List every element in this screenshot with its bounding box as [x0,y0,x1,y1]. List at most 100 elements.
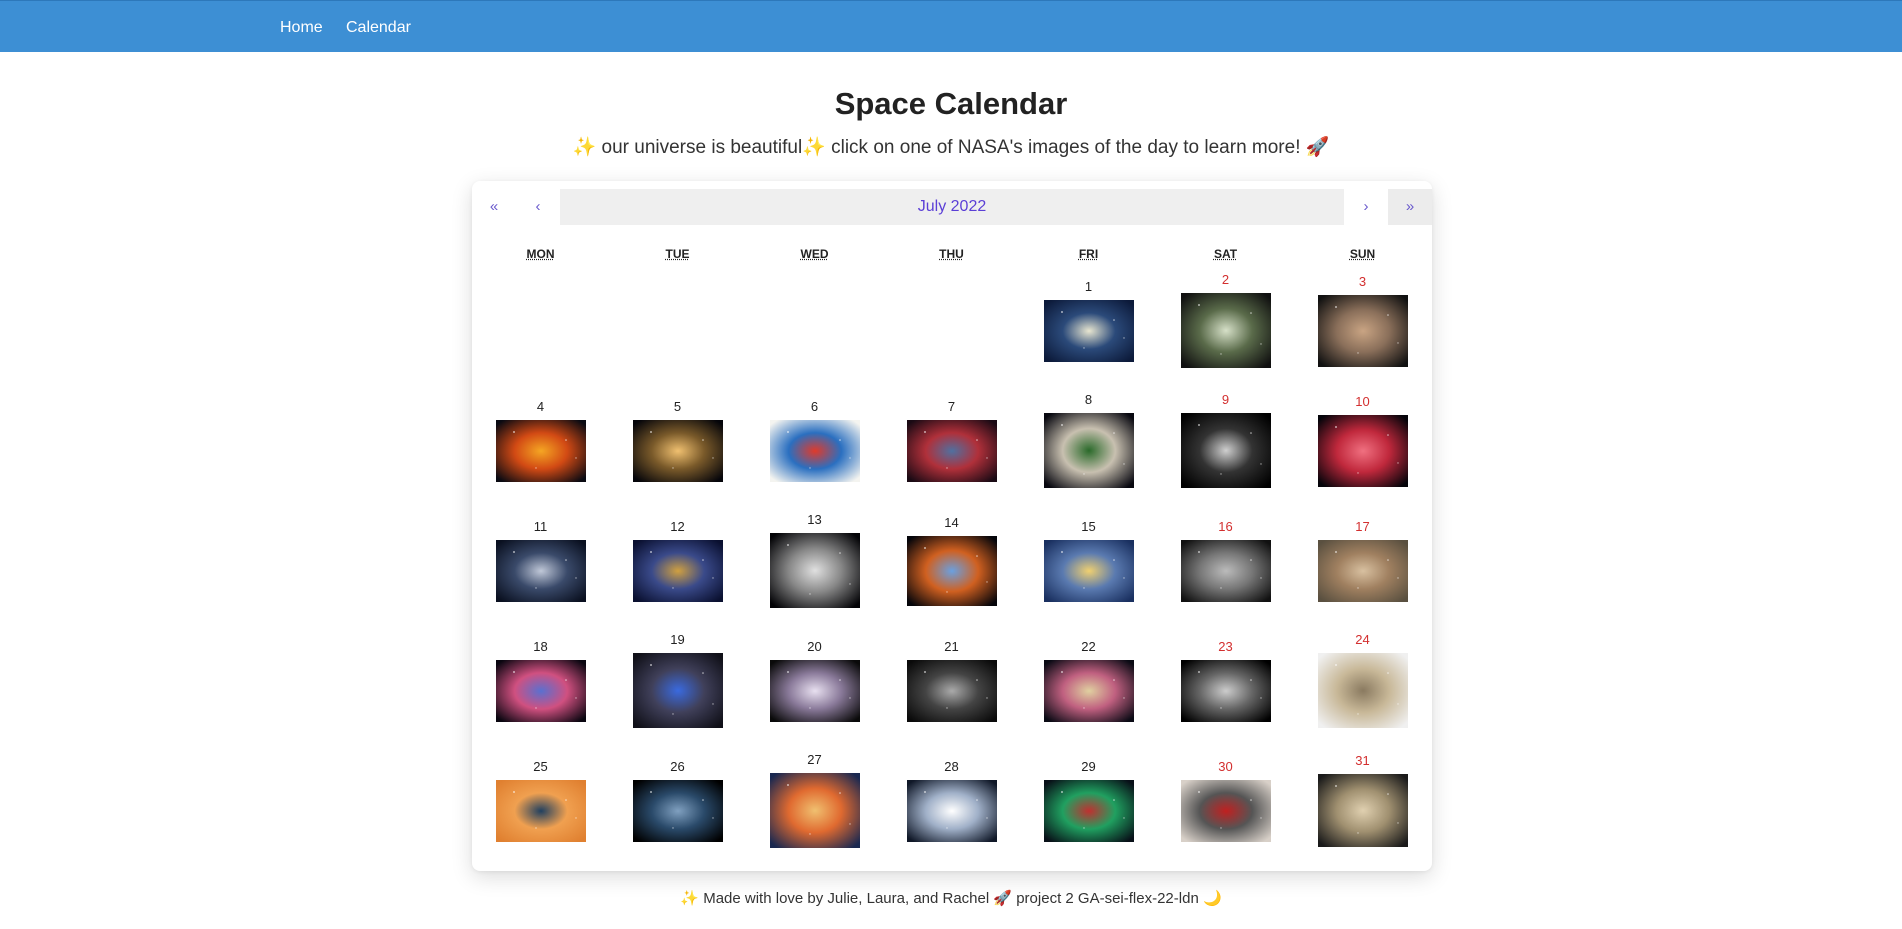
apod-thumbnail[interactable] [906,420,997,482]
calendar-day[interactable]: 11 [472,520,609,602]
apod-thumbnail[interactable] [1317,774,1408,847]
calendar-day[interactable]: 14 [883,516,1020,606]
apod-thumbnail[interactable] [769,773,860,848]
month-label[interactable]: July 2022 [560,189,1344,225]
day-number: 6 [810,399,819,414]
day-number: 26 [670,759,685,774]
prev-year-button[interactable]: « [472,189,516,225]
apod-thumbnail[interactable] [632,780,723,842]
calendar-card: « ‹ July 2022 › » MON TUE WED THU FRI SA… [472,181,1432,871]
apod-thumbnail[interactable] [1043,780,1134,842]
day-number: 24 [1355,632,1370,647]
calendar-day[interactable]: 16 [1157,520,1294,602]
calendar-day[interactable]: 9 [1157,393,1294,488]
day-number: 28 [944,759,959,774]
apod-thumbnail[interactable] [495,420,586,482]
apod-thumbnail[interactable] [1180,660,1271,722]
apod-thumbnail[interactable] [1043,413,1134,488]
calendar-day[interactable]: 2 [1157,273,1294,368]
calendar-day[interactable]: 13 [746,513,883,608]
calendar-day[interactable]: 5 [609,400,746,482]
page-title: Space Calendar [834,86,1068,121]
calendar-day[interactable]: 24 [1294,633,1431,728]
apod-thumbnail[interactable] [632,653,723,728]
weekday-fri: FRI [1078,247,1099,261]
apod-thumbnail[interactable] [632,420,723,482]
day-number: 13 [807,512,822,527]
calendar-day[interactable]: 17 [1294,520,1431,602]
weekday-header: MON TUE WED THU FRI SAT SUN [472,247,1432,265]
calendar-day[interactable]: 8 [1020,393,1157,488]
apod-thumbnail[interactable] [495,660,586,722]
apod-thumbnail[interactable] [769,420,860,482]
page-subtitle: ✨ our universe is beautiful✨ click on on… [572,137,1330,158]
day-number: 21 [944,639,959,654]
calendar-day[interactable]: 27 [746,753,883,848]
apod-thumbnail[interactable] [1317,653,1408,728]
next-month-button[interactable]: › [1344,189,1388,225]
day-number: 12 [670,519,685,534]
prev-month-button[interactable]: ‹ [516,189,560,225]
weekday-sat: SAT [1213,247,1238,261]
apod-thumbnail[interactable] [1043,540,1134,602]
day-number: 15 [1081,519,1096,534]
calendar-day[interactable]: 10 [1294,395,1431,487]
nav-home-link[interactable]: Home [280,19,323,37]
calendar-day[interactable]: 26 [609,760,746,842]
day-number: 2 [1221,272,1230,287]
calendar-day[interactable]: 3 [1294,275,1431,367]
calendar-day[interactable]: 6 [746,400,883,482]
calendar-day[interactable]: 23 [1157,640,1294,722]
apod-thumbnail[interactable] [1317,415,1408,487]
apod-thumbnail[interactable] [1317,540,1408,602]
apod-thumbnail[interactable] [769,533,860,608]
calendar-navigation: « ‹ July 2022 › » [472,189,1432,225]
calendar-day[interactable]: 7 [883,400,1020,482]
day-number: 3 [1358,274,1367,289]
weekday-sun: SUN [1349,247,1376,261]
day-number: 10 [1355,394,1370,409]
navbar: Home Calendar [0,0,1902,52]
calendar-day[interactable]: 19 [609,633,746,728]
weekday-wed: WED [800,247,829,261]
apod-thumbnail[interactable] [1180,540,1271,602]
apod-thumbnail[interactable] [769,660,860,722]
calendar-day[interactable]: 20 [746,640,883,722]
apod-thumbnail[interactable] [1180,293,1271,368]
weekday-mon: MON [526,247,555,261]
apod-thumbnail[interactable] [1180,780,1271,842]
apod-thumbnail[interactable] [906,536,997,606]
apod-thumbnail[interactable] [1043,300,1134,362]
next-year-button[interactable]: » [1388,189,1432,225]
calendar-day[interactable]: 25 [472,760,609,842]
calendar-day[interactable]: 12 [609,520,746,602]
day-number: 16 [1218,519,1233,534]
apod-thumbnail[interactable] [495,540,586,602]
day-number: 11 [533,519,548,534]
day-number: 30 [1218,759,1233,774]
day-number: 19 [670,632,685,647]
day-number: 8 [1084,392,1093,407]
calendar-day[interactable]: 22 [1020,640,1157,722]
apod-thumbnail[interactable] [906,660,997,722]
nav-calendar-link[interactable]: Calendar [346,19,411,37]
calendar-day[interactable]: 31 [1294,754,1431,847]
apod-thumbnail[interactable] [495,780,586,842]
day-number: 20 [807,639,822,654]
weekday-thu: THU [939,247,964,261]
apod-thumbnail[interactable] [1043,660,1134,722]
calendar-day[interactable]: 15 [1020,520,1157,602]
calendar-day[interactable]: 30 [1157,760,1294,842]
apod-thumbnail[interactable] [906,780,997,842]
calendar-day[interactable]: 18 [472,640,609,722]
calendar-day[interactable]: 1 [1020,280,1157,362]
apod-thumbnail[interactable] [632,540,723,602]
calendar-day[interactable]: 4 [472,400,609,482]
calendar-day[interactable]: 21 [883,640,1020,722]
calendar-day[interactable]: 28 [883,760,1020,842]
day-number: 17 [1355,519,1370,534]
apod-thumbnail[interactable] [1317,295,1408,367]
apod-thumbnail[interactable] [1180,413,1271,488]
calendar-day[interactable]: 29 [1020,760,1157,842]
day-number: 22 [1081,639,1096,654]
